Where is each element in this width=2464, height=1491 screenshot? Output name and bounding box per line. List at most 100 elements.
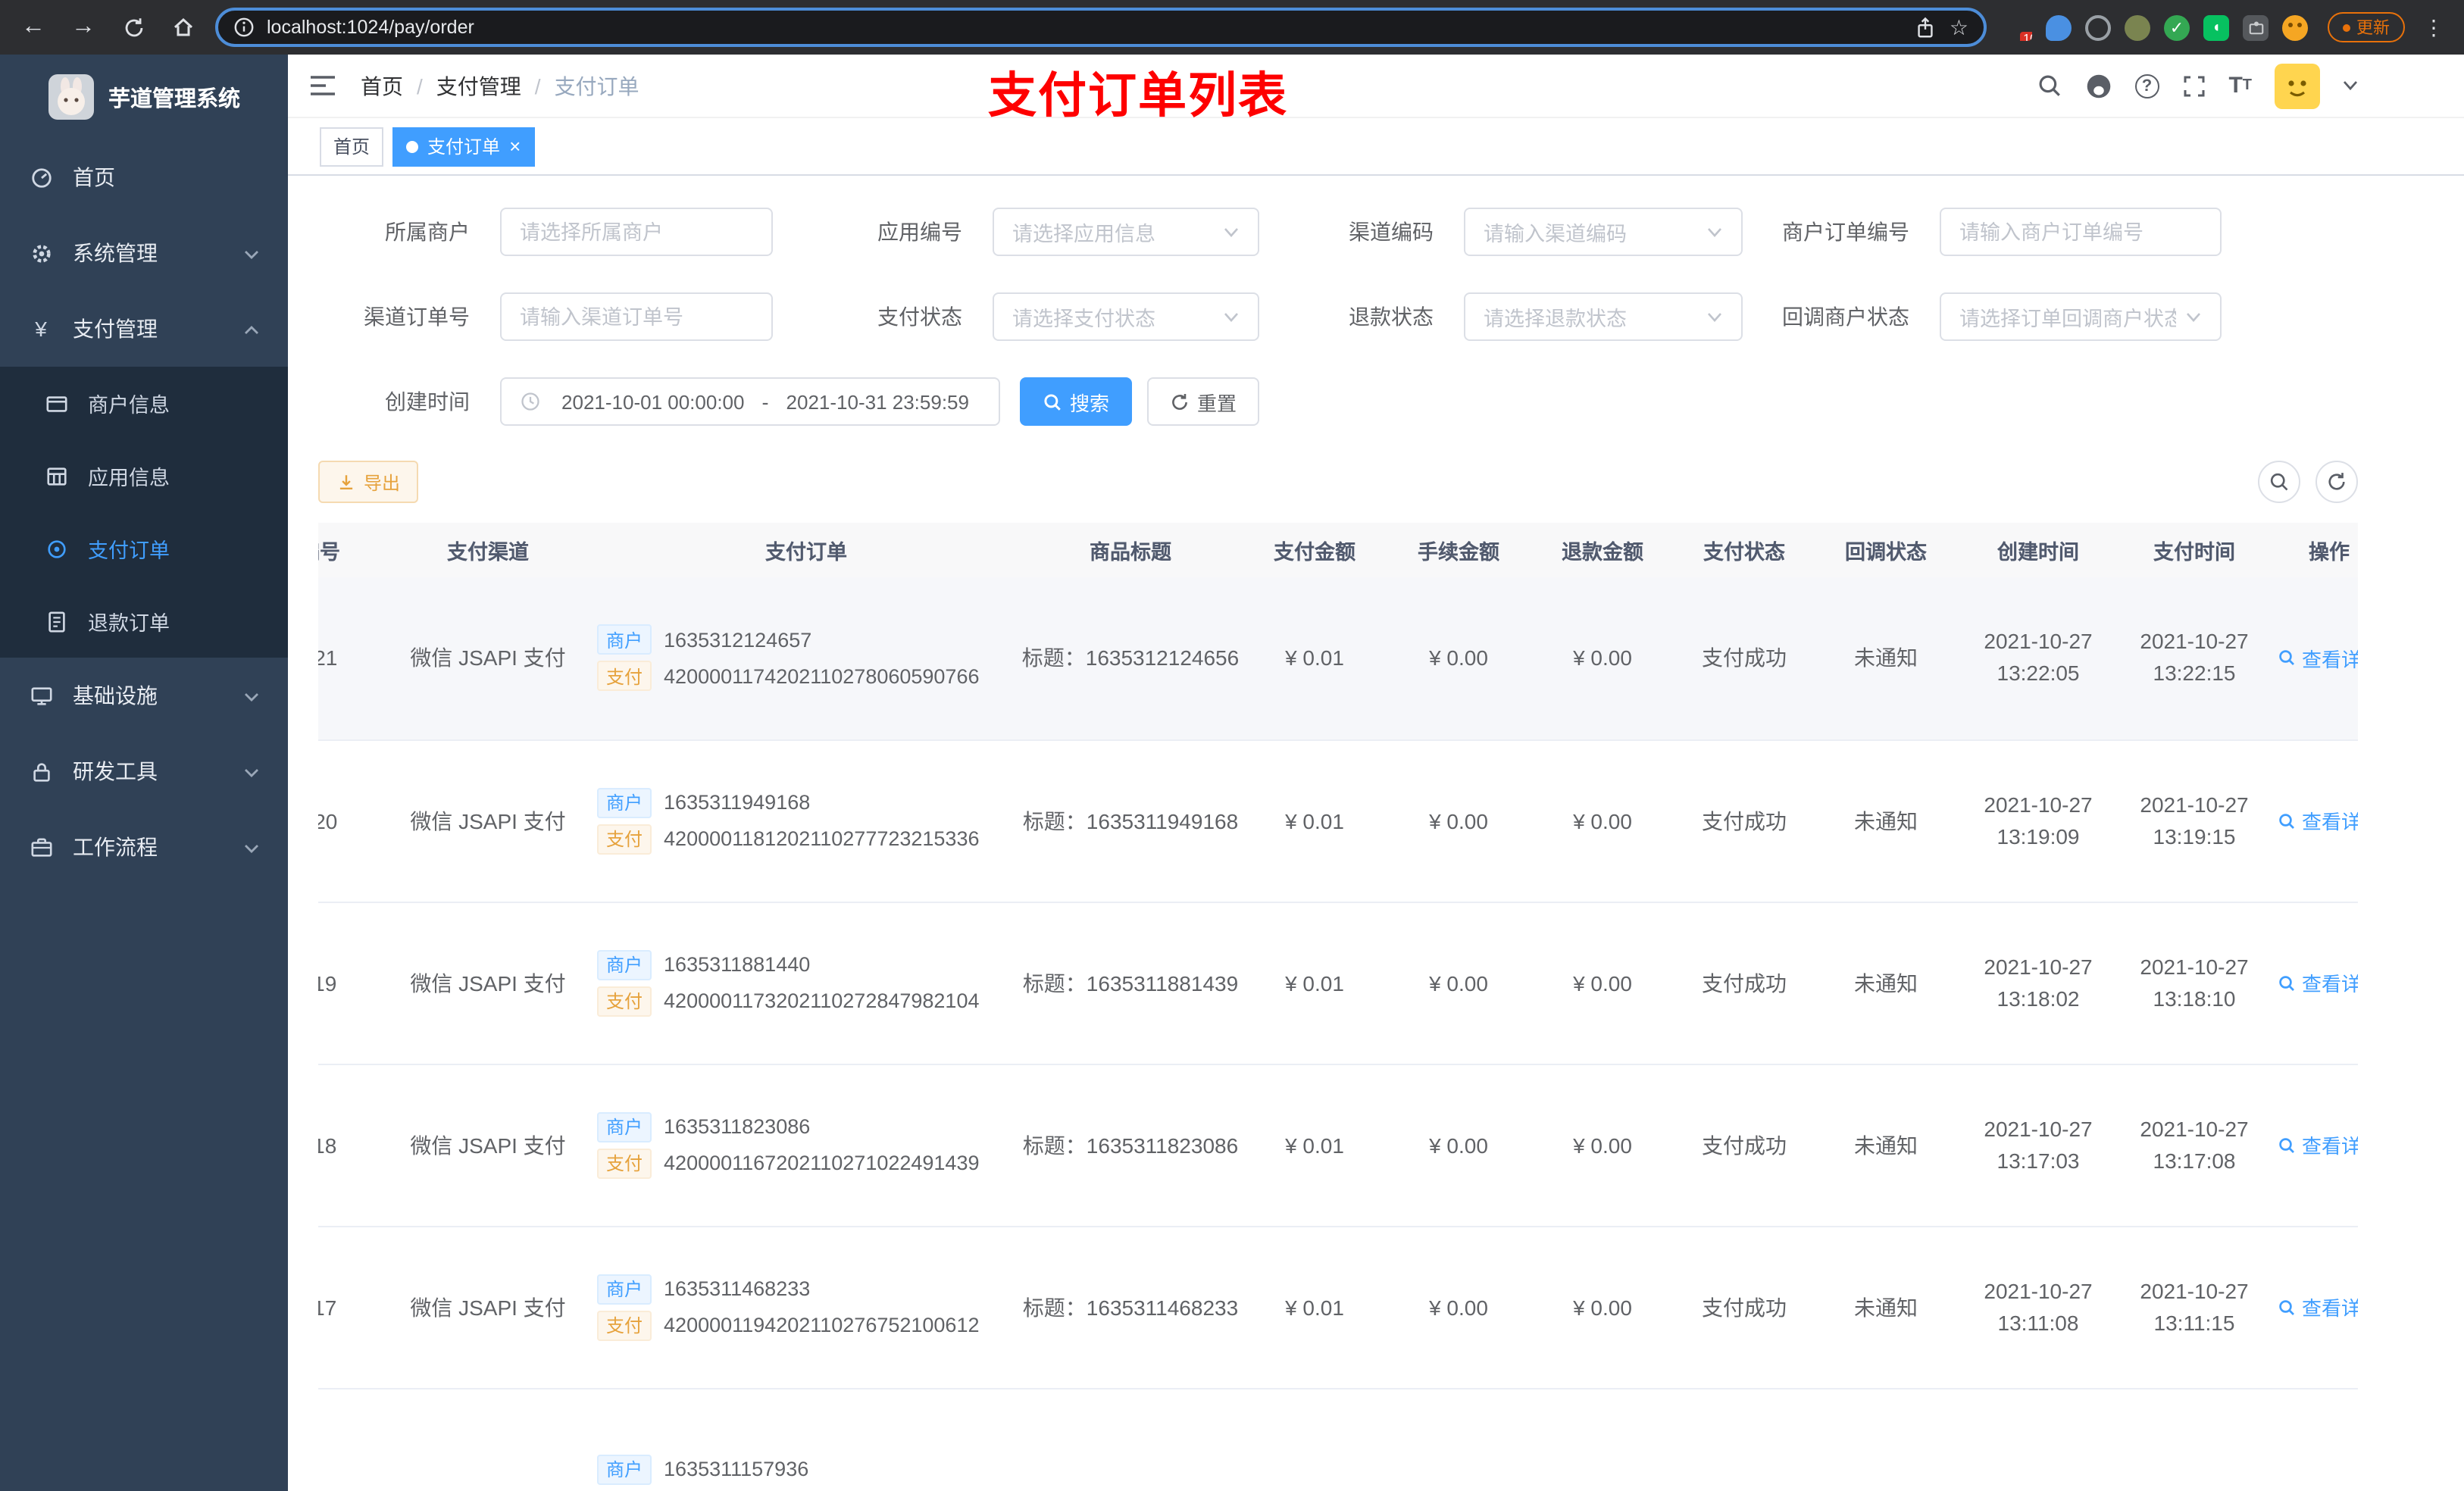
- cell-refund-amount: ¥ 0.00: [1531, 577, 1674, 740]
- tag-close-icon[interactable]: ×: [509, 136, 521, 156]
- logo[interactable]: 芋道管理系统: [0, 55, 288, 139]
- sidebar-item-devtools[interactable]: 研发工具: [0, 733, 288, 809]
- fullscreen-button[interactable]: [2181, 73, 2206, 98]
- bookmark-star-icon[interactable]: ☆: [1950, 14, 1968, 40]
- breadcrumb-payment[interactable]: 支付管理: [436, 70, 521, 101]
- col-pay-time: 支付时间: [2118, 523, 2270, 577]
- table-row: 120 微信 JSAPI 支付 商户 1635311949168 支付 4200…: [318, 739, 2358, 902]
- toggle-search-button[interactable]: [2258, 461, 2300, 503]
- site-info-icon[interactable]: [233, 17, 255, 38]
- extension-olive-icon[interactable]: [2125, 14, 2150, 40]
- search-icon: [2279, 1299, 2294, 1314]
- col-fee-amount: 手续金额: [1387, 523, 1531, 577]
- sidebar-item-home[interactable]: 首页: [0, 139, 288, 215]
- channel-order-no-input[interactable]: [500, 292, 773, 341]
- sidebar-item-infra[interactable]: 基础设施: [0, 658, 288, 733]
- extension-ring-icon[interactable]: [2085, 14, 2111, 40]
- cell-pay-order: 商户 1635311949168 支付 42000011812021102777…: [594, 739, 1018, 902]
- merchant-input[interactable]: [500, 208, 773, 256]
- sidebar-item-payment[interactable]: ¥ 支付管理: [0, 291, 288, 367]
- search-button[interactable]: [2036, 73, 2062, 98]
- export-button[interactable]: 导出: [318, 461, 419, 503]
- breadcrumb-current: 支付订单: [554, 73, 639, 98]
- cell-pay-amount: ¥ 0.01: [1243, 1064, 1387, 1227]
- search-button[interactable]: 搜索: [1020, 377, 1133, 426]
- browser-menu-button[interactable]: ⋮: [2419, 14, 2449, 40]
- avatar[interactable]: [2275, 63, 2320, 108]
- breadcrumb-home[interactable]: 首页: [361, 70, 403, 101]
- back-button[interactable]: ←: [15, 9, 52, 45]
- cell-actions: 查看详情: [2270, 902, 2358, 1064]
- refresh-table-button[interactable]: [2315, 461, 2358, 503]
- url-bar[interactable]: localhost:1024/pay/order ☆: [215, 8, 1987, 47]
- cell-pay-order: 商户 1635311468233 支付 42000011942021102767…: [594, 1226, 1018, 1389]
- tag-pay-order[interactable]: 支付订单 ×: [392, 127, 535, 166]
- user-menu-caret[interactable]: [2343, 80, 2358, 91]
- channel-code-select[interactable]: 请输入渠道编码: [1464, 208, 1743, 256]
- help-button[interactable]: ?: [2134, 73, 2159, 98]
- forward-button[interactable]: →: [65, 9, 102, 45]
- cell-actions: 查看详情: [2270, 739, 2358, 902]
- merchant-badge: 商户: [597, 624, 652, 655]
- gear-icon: [29, 242, 53, 264]
- col-pay-order: 支付订单: [594, 523, 1018, 577]
- cell-create-time: 2021-10-27 13:18:02: [1958, 902, 2118, 1064]
- pay-status-select[interactable]: 请选择支付状态: [993, 292, 1259, 341]
- cell-refund-amount: ¥ 0.00: [1531, 1064, 1674, 1227]
- home-button[interactable]: [165, 9, 202, 45]
- sidebar-item-refund-order[interactable]: 退款订单: [0, 585, 288, 658]
- view-detail-link[interactable]: 查看详情: [2278, 644, 2358, 673]
- url-text[interactable]: localhost:1024/pay/order: [267, 17, 1903, 38]
- sidebar-item-pay-order[interactable]: 支付订单: [0, 512, 288, 585]
- grid-icon: [44, 464, 68, 487]
- cell-pay-amount: ¥ 0.01: [1243, 902, 1387, 1064]
- sidebar-item-app-info[interactable]: 应用信息: [0, 439, 288, 512]
- view-detail-link[interactable]: 查看详情: [2278, 1130, 2358, 1159]
- cell-fee-amount: ¥ 0.00: [1387, 1226, 1531, 1389]
- github-button[interactable]: [2084, 72, 2112, 99]
- cell-pay-time: 2021-10-27 13:17:08: [2118, 1064, 2270, 1227]
- cell-pay-channel: [382, 1388, 594, 1491]
- app-id-select[interactable]: 请选择应用信息: [993, 208, 1259, 256]
- font-size-button[interactable]: TT: [2228, 73, 2252, 98]
- extension-face-icon[interactable]: [2282, 14, 2308, 40]
- view-detail-link[interactable]: 查看详情: [2278, 1293, 2358, 1321]
- back-icon: ←: [21, 14, 45, 39]
- chevron-down-icon: [1223, 227, 1240, 237]
- merchant-badge: 商户: [597, 1111, 652, 1142]
- cell-pay-time: 2021-10-27 13:11:15: [2118, 1226, 2270, 1389]
- browser-update-button[interactable]: 更新: [2328, 12, 2405, 42]
- fullscreen-icon: [2183, 75, 2204, 96]
- refund-status-select[interactable]: 请选择退款状态: [1464, 292, 1743, 341]
- reset-button[interactable]: 重置: [1147, 377, 1260, 426]
- end-date-value[interactable]: 2021-10-31 23:59:59: [775, 390, 981, 413]
- content: 所属商户 应用编号 请选择应用信息 渠道编码 请输入渠道编码: [288, 176, 2464, 1491]
- view-detail-link[interactable]: 查看详情: [2278, 806, 2358, 835]
- sidebar-item-system[interactable]: 系统管理: [0, 215, 288, 291]
- notify-status-select[interactable]: 请选择订单回调商户状态: [1940, 292, 2222, 341]
- cell-notify-status: 未通知: [1814, 1226, 1958, 1389]
- table-row: 121 微信 JSAPI 支付 商户 1635312124657 支付 4200…: [318, 577, 2358, 740]
- cell-id: 117: [318, 1226, 382, 1389]
- sidebar-item-workflow[interactable]: 工作流程: [0, 809, 288, 885]
- cell-create-time: 2021-10-27 13:11:08: [1958, 1226, 2118, 1389]
- extension-chat-icon[interactable]: ◖: [2203, 14, 2229, 40]
- create-time-range-picker[interactable]: 2021-10-01 00:00:00 - 2021-10-31 23:59:5…: [500, 377, 1000, 426]
- logo-avatar: [48, 74, 93, 120]
- clock-icon: [520, 391, 541, 412]
- chevron-down-icon: [244, 759, 259, 783]
- merchant-order-no-input[interactable]: [1940, 208, 2222, 256]
- view-detail-link[interactable]: 查看详情: [2278, 968, 2358, 997]
- puzzle-icon[interactable]: [2243, 14, 2269, 40]
- reload-button[interactable]: [115, 9, 152, 45]
- extension-check-icon[interactable]: ✓: [2164, 14, 2190, 40]
- extensions-cluster: 10 ✓ ◖: [2000, 14, 2314, 40]
- share-icon[interactable]: [1915, 16, 1937, 39]
- extension-grid-icon[interactable]: 10: [2006, 14, 2032, 40]
- start-date-value[interactable]: 2021-10-01 00:00:00: [550, 390, 756, 413]
- channel-order-no: 4200001181202110277723215336: [664, 827, 980, 850]
- tag-home[interactable]: 首页: [320, 127, 384, 166]
- sidebar-item-merchant-info[interactable]: 商户信息: [0, 367, 288, 439]
- extension-drop-icon[interactable]: [2046, 14, 2072, 40]
- sidebar-toggle-button[interactable]: [309, 74, 336, 97]
